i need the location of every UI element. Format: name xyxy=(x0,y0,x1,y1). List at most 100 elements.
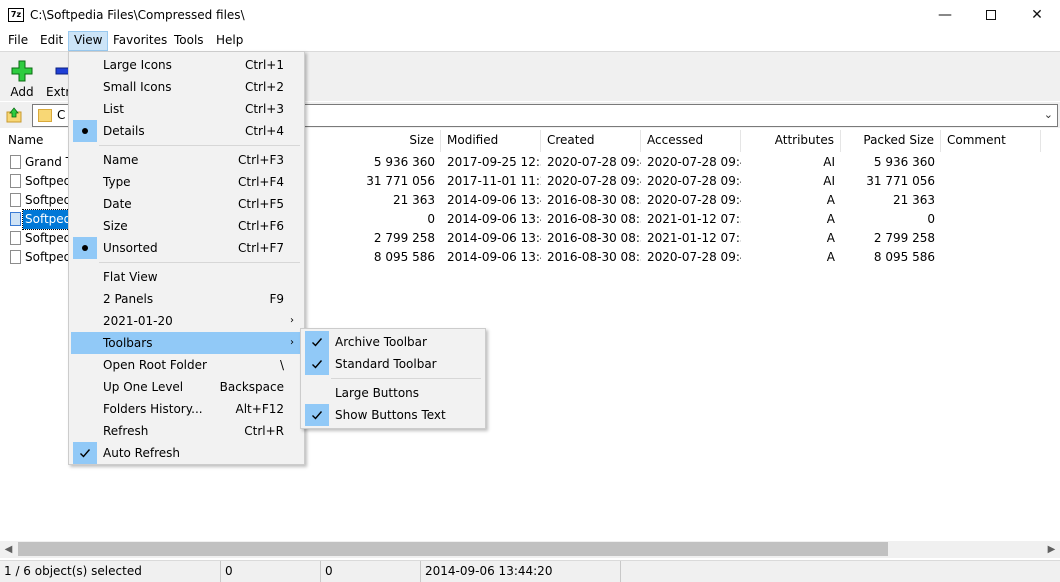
menu-item-small-icons[interactable]: Small Icons Ctrl+2 xyxy=(71,76,302,98)
up-folder-icon[interactable] xyxy=(6,107,22,123)
menu-favorites[interactable]: Favorites xyxy=(108,31,172,51)
menu-item-auto-refresh[interactable]: Auto Refresh xyxy=(71,442,302,464)
menu-mark-empty xyxy=(73,288,97,310)
add-button[interactable]: Add xyxy=(2,56,42,100)
menu-view[interactable]: View xyxy=(68,31,109,51)
file-name: Softped xyxy=(25,250,72,264)
menu-item-list[interactable]: List Ctrl+3 xyxy=(71,98,302,120)
plus-icon xyxy=(11,60,33,82)
menu-item-label: Archive Toolbar xyxy=(335,335,427,349)
menu-mark-empty xyxy=(73,332,97,354)
file-packed-size: 2 799 258 xyxy=(873,231,935,245)
file-packed-size: 8 095 586 xyxy=(873,250,935,264)
menu-item-unsorted[interactable]: Unsorted Ctrl+F7 xyxy=(71,237,302,259)
file-icon xyxy=(10,250,21,264)
menu-mark-empty xyxy=(73,420,97,442)
col-attributes[interactable]: Attributes xyxy=(741,130,841,152)
menu-separator xyxy=(99,262,300,263)
file-attributes: A xyxy=(826,231,835,245)
menu-file[interactable]: File xyxy=(3,31,33,51)
menu-item-label: 2 Panels xyxy=(103,292,154,306)
col-size[interactable]: Size xyxy=(305,130,441,152)
chevron-down-icon[interactable]: ⌄ xyxy=(1044,108,1053,121)
menu-item-up-one-level[interactable]: Up One Level Backspace xyxy=(71,376,302,398)
file-accessed: 2021-01-12 07:38 xyxy=(647,231,741,245)
menu-item-flat-view[interactable]: Flat View xyxy=(71,266,302,288)
file-created: 2020-07-28 09:42 xyxy=(547,174,641,188)
menu-item-label: Date xyxy=(103,197,132,211)
scroll-left-icon[interactable]: ◀ xyxy=(0,541,17,558)
menu-item-label: Type xyxy=(103,175,131,189)
status-packed: 0 xyxy=(321,561,421,582)
menu-item-label: Size xyxy=(103,219,128,233)
menu-item-standard-toolbar[interactable]: Standard Toolbar xyxy=(303,353,483,375)
minimize-button[interactable]: — xyxy=(922,0,968,30)
file-created: 2016-08-30 08:30 xyxy=(547,250,641,264)
extract-button[interactable]: Extra xyxy=(44,56,68,100)
menu-item-label: List xyxy=(103,102,124,116)
file-accessed: 2020-07-28 09:42 xyxy=(647,155,741,169)
file-packed-size: 31 771 056 xyxy=(866,174,935,188)
menu-item-size[interactable]: Size Ctrl+F6 xyxy=(71,215,302,237)
menu-item-label: Small Icons xyxy=(103,80,172,94)
menu-edit[interactable]: Edit xyxy=(35,31,68,51)
menu-mark-empty xyxy=(73,266,97,288)
file-packed-size: 21 363 xyxy=(893,193,935,207)
file-size: 2 799 258 xyxy=(373,231,435,245)
menu-item-shortcut: Alt+F12 xyxy=(235,402,284,416)
menu-item-date[interactable]: Date Ctrl+F5 xyxy=(71,193,302,215)
menu-item-details[interactable]: Details Ctrl+4 xyxy=(71,120,302,142)
file-name: Softped xyxy=(25,193,72,207)
menu-mark-empty xyxy=(73,193,97,215)
close-button[interactable]: ✕ xyxy=(1014,0,1060,30)
menu-item-large-icons[interactable]: Large Icons Ctrl+1 xyxy=(71,54,302,76)
menu-item-open-root-folder[interactable]: Open Root Folder \ xyxy=(71,354,302,376)
menu-item-large-buttons[interactable]: Large Buttons xyxy=(303,382,483,404)
menu-item-label: Open Root Folder xyxy=(103,358,207,372)
col-comment[interactable]: Comment xyxy=(941,130,1041,152)
menu-mark-empty xyxy=(305,382,329,404)
horizontal-scrollbar[interactable]: ◀ ▶ xyxy=(0,541,1060,558)
checkmark-icon xyxy=(305,353,329,375)
menu-item-2021-01-20[interactable]: 2021-01-20 › xyxy=(71,310,302,332)
menu-item-shortcut: Ctrl+R xyxy=(244,424,284,438)
file-modified: 2014-09-06 13:44 xyxy=(447,193,541,207)
file-size: 31 771 056 xyxy=(366,174,435,188)
menu-item-shortcut: Ctrl+3 xyxy=(244,102,284,116)
file-packed-size: 0 xyxy=(927,212,935,226)
menu-item-label: Refresh xyxy=(103,424,149,438)
menu-item-label: Standard Toolbar xyxy=(335,357,437,371)
menu-item-archive-toolbar[interactable]: Archive Toolbar xyxy=(303,331,483,353)
col-packed-size[interactable]: Packed Size xyxy=(841,130,941,152)
menu-item-name[interactable]: Name Ctrl+F3 xyxy=(71,149,302,171)
scrollbar-thumb[interactable] xyxy=(18,542,888,556)
col-created[interactable]: Created xyxy=(541,130,641,152)
menu-item-refresh[interactable]: Refresh Ctrl+R xyxy=(71,420,302,442)
menu-item-label: 2021-01-20 xyxy=(103,314,173,328)
menu-item-type[interactable]: Type Ctrl+F4 xyxy=(71,171,302,193)
address-path: C xyxy=(57,108,66,122)
dot-icon xyxy=(82,128,88,134)
status-bar: 1 / 6 object(s) selected 0 0 2014-09-06 … xyxy=(0,560,1060,582)
file-packed-size: 5 936 360 xyxy=(873,155,935,169)
minus-icon xyxy=(55,67,68,75)
menu-item-folders-history[interactable]: Folders History... Alt+F12 xyxy=(71,398,302,420)
menu-item-show-buttons-text[interactable]: Show Buttons Text xyxy=(303,404,483,426)
menu-item-2-panels[interactable]: 2 Panels F9 xyxy=(71,288,302,310)
menu-item-toolbars[interactable]: Toolbars › xyxy=(71,332,302,354)
menu-item-label: Up One Level xyxy=(103,380,184,394)
col-accessed[interactable]: Accessed xyxy=(641,130,741,152)
menu-item-label: Show Buttons Text xyxy=(335,408,446,422)
menu-mark-empty xyxy=(73,398,97,420)
col-modified[interactable]: Modified xyxy=(441,130,541,152)
file-size: 8 095 586 xyxy=(373,250,435,264)
dot-icon xyxy=(82,245,88,251)
menu-tools[interactable]: Tools xyxy=(169,31,209,51)
menu-help[interactable]: Help xyxy=(211,31,248,51)
window-title: C:\Softpedia Files\Compressed files\ xyxy=(30,8,245,22)
menu-mark-empty xyxy=(73,215,97,237)
scroll-right-icon[interactable]: ▶ xyxy=(1043,541,1060,558)
file-icon xyxy=(10,155,21,169)
maximize-button[interactable] xyxy=(968,0,1014,30)
menu-item-shortcut: Ctrl+F5 xyxy=(238,197,284,211)
